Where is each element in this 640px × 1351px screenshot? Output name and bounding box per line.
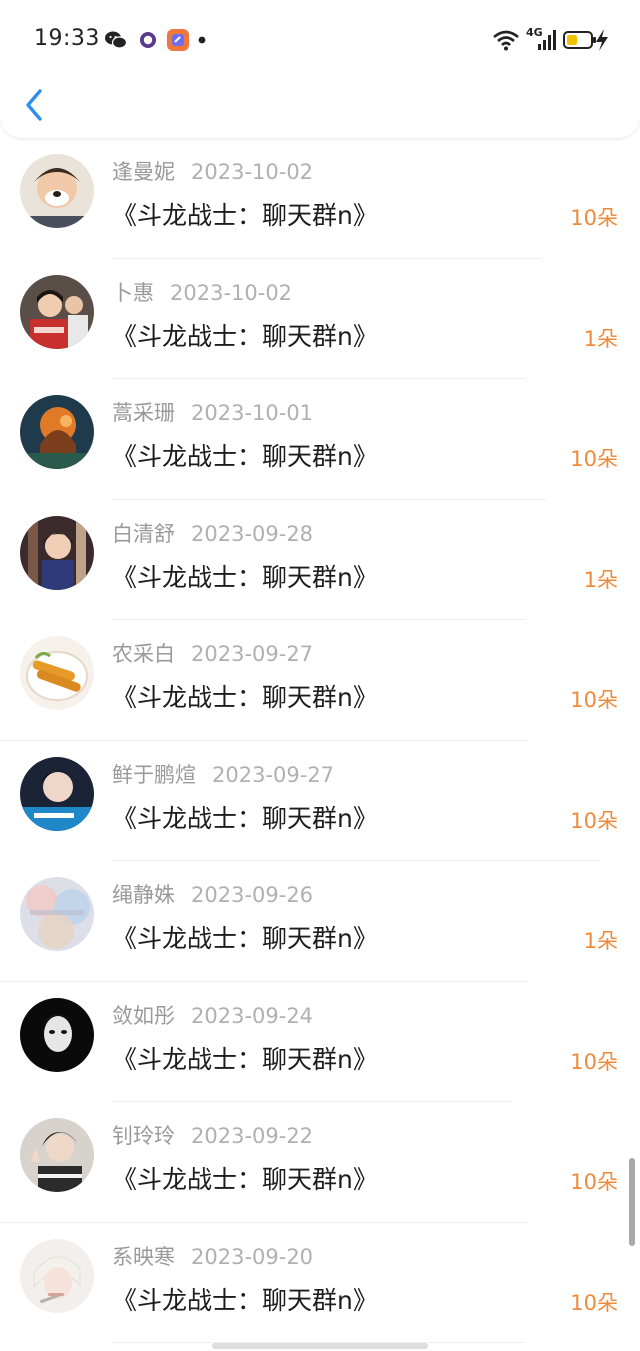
status-time: 19:33 bbox=[34, 26, 100, 51]
avatar[interactable] bbox=[20, 274, 94, 349]
record-meta: 绳静姝 2023-09-26 bbox=[112, 879, 313, 909]
avatar[interactable] bbox=[20, 515, 94, 590]
flower-amount: 10朵 bbox=[570, 206, 618, 230]
record-meta: 系映寒 2023-09-20 bbox=[112, 1241, 313, 1271]
book-title: 《斗龙战士：聊天群n》 bbox=[112, 321, 378, 351]
list-item[interactable]: 蒿采珊 2023-10-01 《斗龙战士：聊天群n》 10朵 bbox=[0, 379, 640, 500]
record-meta: 卜惠 2023-10-02 bbox=[112, 277, 292, 307]
flower-amount: 10朵 bbox=[570, 447, 618, 471]
record-date: 2023-09-27 bbox=[191, 642, 314, 666]
network-type-label: 4G bbox=[526, 26, 543, 39]
book-title: 《斗龙战士：聊天群n》 bbox=[112, 1285, 378, 1315]
list-item[interactable]: 钊玲玲 2023-09-22 《斗龙战士：聊天群n》 10朵 bbox=[0, 1102, 640, 1223]
scrollbar[interactable] bbox=[629, 1158, 635, 1246]
avatar[interactable] bbox=[20, 997, 94, 1072]
flower-amount: 10朵 bbox=[570, 808, 618, 833]
avatar[interactable] bbox=[20, 1118, 94, 1192]
sender-name: 逢曼妮 bbox=[112, 160, 175, 184]
circle-app-icon bbox=[136, 28, 160, 52]
flower-amount: 1朵 bbox=[583, 326, 618, 351]
record-meta: 白清舒 2023-09-28 bbox=[112, 518, 313, 548]
list-item[interactable]: 敛如彤 2023-09-24 《斗龙战士：聊天群n》 10朵 bbox=[0, 982, 640, 1102]
avatar[interactable] bbox=[20, 877, 94, 951]
record-meta: 逢曼妮 2023-10-02 bbox=[112, 156, 313, 186]
app-launcher-icon bbox=[166, 28, 190, 52]
list-item[interactable]: 白清舒 2023-09-28 《斗龙战士：聊天群n》 1朵 bbox=[0, 500, 640, 620]
wifi-icon bbox=[492, 28, 520, 52]
sender-name: 卜惠 bbox=[112, 280, 154, 305]
notification-dot-icon bbox=[196, 28, 220, 52]
record-date: 2023-10-01 bbox=[191, 401, 314, 425]
back-button[interactable] bbox=[20, 86, 50, 126]
wechat-icon bbox=[104, 28, 128, 52]
avatar[interactable] bbox=[20, 395, 94, 469]
book-title: 《斗龙战士：聊天群n》 bbox=[112, 683, 378, 712]
book-title: 《斗龙战士：聊天群n》 bbox=[112, 442, 378, 471]
record-date: 2023-09-22 bbox=[191, 1124, 314, 1148]
book-title: 《斗龙战士：聊天群n》 bbox=[112, 1044, 378, 1074]
sender-name: 农采白 bbox=[112, 642, 175, 666]
record-date: 2023-09-24 bbox=[191, 1003, 314, 1028]
book-title: 《斗龙战士：聊天群n》 bbox=[112, 1165, 378, 1194]
record-meta: 农采白 2023-09-27 bbox=[112, 638, 313, 668]
flower-amount: 10朵 bbox=[570, 688, 618, 712]
record-date: 2023-09-28 bbox=[191, 521, 314, 546]
book-title: 《斗龙战士：聊天群n》 bbox=[112, 201, 378, 230]
book-title: 《斗龙战士：聊天群n》 bbox=[112, 924, 378, 953]
flower-amount: 10朵 bbox=[570, 1049, 618, 1074]
charging-icon bbox=[594, 28, 610, 52]
avatar[interactable] bbox=[20, 154, 94, 228]
list-item[interactable]: 鲜于鹏煊 2023-09-27 《斗龙战士：聊天群n》 10朵 bbox=[0, 741, 640, 861]
list-item[interactable]: 卜惠 2023-10-02 《斗龙战士：聊天群n》 1朵 bbox=[0, 259, 640, 379]
list-item[interactable]: 农采白 2023-09-27 《斗龙战士：聊天群n》 10朵 bbox=[0, 620, 640, 741]
home-indicator[interactable] bbox=[212, 1343, 428, 1349]
book-title: 《斗龙战士：聊天群n》 bbox=[112, 803, 378, 833]
record-meta: 鲜于鹏煊 2023-09-27 bbox=[112, 759, 334, 789]
sender-name: 钊玲玲 bbox=[112, 1124, 175, 1148]
flower-amount: 1朵 bbox=[583, 929, 618, 953]
sender-name: 敛如彤 bbox=[112, 1003, 175, 1028]
record-date: 2023-09-20 bbox=[191, 1244, 314, 1269]
record-date: 2023-10-02 bbox=[170, 280, 293, 305]
sender-name: 绳静姝 bbox=[112, 883, 175, 907]
chevron-left-icon bbox=[26, 89, 42, 121]
list-item[interactable]: 系映寒 2023-09-20 《斗龙战士：聊天群n》 10朵 bbox=[0, 1223, 640, 1343]
list-item[interactable]: 绳静姝 2023-09-26 《斗龙战士：聊天群n》 1朵 bbox=[0, 861, 640, 982]
flower-amount: 10朵 bbox=[570, 1290, 618, 1315]
record-meta: 蒿采珊 2023-10-01 bbox=[112, 397, 313, 427]
sender-name: 鲜于鹏煊 bbox=[112, 762, 196, 787]
book-title: 《斗龙战士：聊天群n》 bbox=[112, 562, 378, 592]
sender-name: 系映寒 bbox=[112, 1244, 175, 1269]
flower-amount: 1朵 bbox=[583, 567, 618, 592]
record-date: 2023-10-02 bbox=[191, 160, 314, 184]
flower-amount: 10朵 bbox=[570, 1170, 618, 1194]
top-bar: 19:33 4G bbox=[0, 0, 640, 138]
sender-name: 白清舒 bbox=[112, 521, 175, 546]
status-bar: 19:33 4G bbox=[0, 0, 640, 78]
avatar[interactable] bbox=[20, 1238, 94, 1313]
record-date: 2023-09-26 bbox=[191, 883, 314, 907]
record-date: 2023-09-27 bbox=[212, 762, 335, 787]
gift-record-list: 逢曼妮 2023-10-02 《斗龙战士：聊天群n》 10朵 卜惠 2023-10-… bbox=[0, 138, 640, 1343]
record-meta: 敛如彤 2023-09-24 bbox=[112, 1000, 313, 1030]
avatar[interactable] bbox=[20, 756, 94, 831]
sender-name: 蒿采珊 bbox=[112, 401, 175, 425]
list-item[interactable]: 逢曼妮 2023-10-02 《斗龙战士：聊天群n》 10朵 bbox=[0, 138, 640, 259]
record-meta: 钊玲玲 2023-09-22 bbox=[112, 1120, 313, 1150]
avatar[interactable] bbox=[20, 636, 94, 710]
